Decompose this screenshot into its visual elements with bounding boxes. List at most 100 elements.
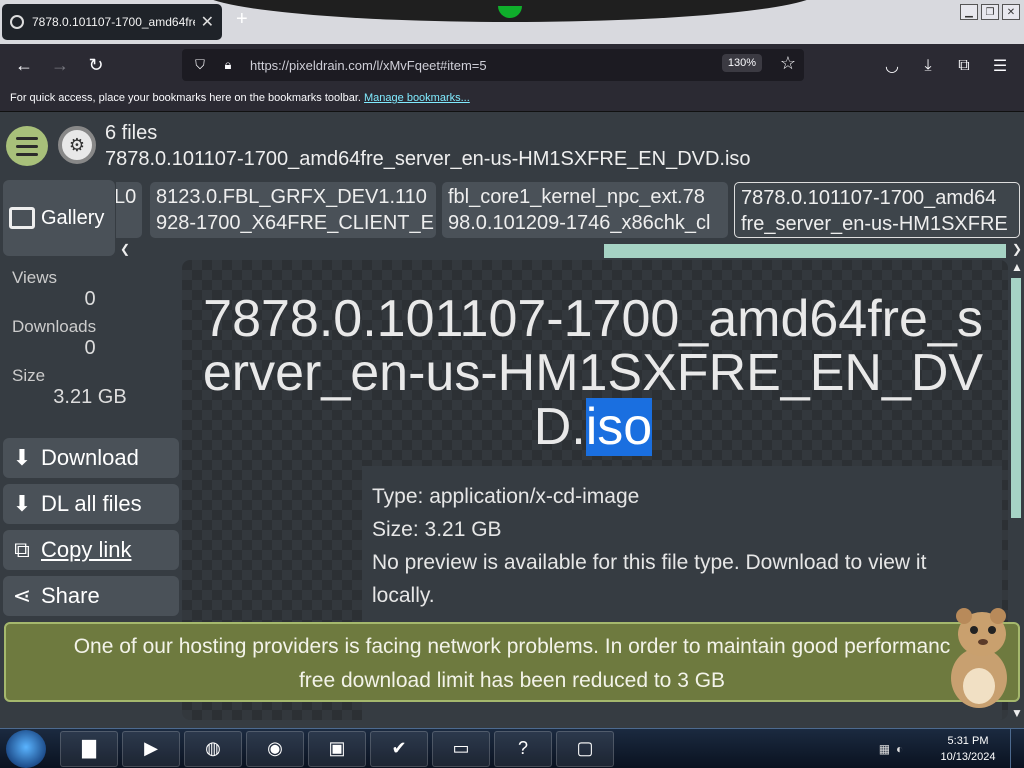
files-count: 6 files <box>105 122 158 144</box>
file-type: Type: application/x-cd-image <box>372 485 640 508</box>
file-card[interactable]: 8123.0.FBL_GRFX_DEV1.110 928-1700_X64FRE… <box>150 182 436 238</box>
size-value: 3.21 GB <box>53 386 127 408</box>
image-icon <box>9 207 35 229</box>
file-size: Size: 3.21 GB <box>372 518 502 541</box>
extensions-icon[interactable]: ⧉ <box>946 50 982 82</box>
shield-icon[interactable]: ⛉ <box>190 57 210 73</box>
taskbar-media-player-icon[interactable]: ▶ <box>122 730 180 767</box>
file-card[interactable]: L0 <box>116 182 142 238</box>
notice-line-2: free download limit has been reduced to … <box>298 669 726 692</box>
downloads-label: Downloads <box>12 317 97 336</box>
scrollbar-thumb[interactable] <box>604 244 1006 258</box>
downloads-value: 0 <box>84 337 96 359</box>
gallery-label: Gallery <box>41 206 105 229</box>
file-card-name: L0 <box>116 186 137 208</box>
page-title: 7878.0.101107-1700_amd64fre_server_en-us… <box>105 148 751 170</box>
file-card-name-cont: 98.0.101209-1746_x86chk_cl <box>448 212 711 234</box>
taskbar-clock[interactable]: 5:31 PM 10/13/2024 <box>926 733 1010 765</box>
navigation-toolbar: ← → ↻ ⛉ 🔒︎ https://pixeldrain.com/l/xMvF… <box>0 44 1024 86</box>
zoom-indicator[interactable]: 130% <box>721 54 762 72</box>
notice-banner: One of our hosting providers is facing n… <box>4 622 1020 702</box>
bookmark-star-icon[interactable]: ☆ <box>780 53 796 74</box>
close-window-button[interactable]: ✕ <box>1002 4 1020 20</box>
downloads-icon[interactable]: ⤓ <box>910 50 946 82</box>
taskbar-firefox-icon[interactable]: ◉ <box>246 730 304 767</box>
site-favicon-icon <box>10 15 24 29</box>
new-tab-button[interactable]: + <box>236 8 248 31</box>
file-strip-scrollbar[interactable]: ❮ ❯ <box>116 242 1024 260</box>
url-bar[interactable]: ⛉ 🔒︎ https://pixeldrain.com/l/xMvFqeet#i… <box>182 49 804 81</box>
download-all-button[interactable]: ⬇ DL all files <box>3 484 179 524</box>
share-button[interactable]: ⋖ Share <box>3 576 179 616</box>
no-preview-message: No preview is available for this file ty… <box>372 551 927 607</box>
gallery-button[interactable]: Gallery <box>3 180 115 256</box>
clock-date: 10/13/2024 <box>940 751 996 763</box>
decoration-eye-icon <box>498 6 522 18</box>
scroll-right-icon[interactable]: ❯ <box>1012 242 1022 256</box>
window-controls: ▁ ❐ ✕ <box>960 4 1020 20</box>
taskbar-monitor-icon[interactable]: ▭ <box>432 730 490 767</box>
file-card-name-cont: fre_server_en-us-HM1SXFRE <box>741 213 1008 235</box>
taskbar-globe-icon[interactable]: ◍ <box>184 730 242 767</box>
download-icon: ⬇ <box>12 445 32 470</box>
file-card[interactable]: fbl_core1_kernel_npc_ext.78 98.0.101209-… <box>442 182 728 238</box>
maximize-button[interactable]: ❐ <box>981 4 999 20</box>
download-icon: ⬇ <box>12 491 32 516</box>
pocket-icon[interactable]: ◡ <box>874 50 910 82</box>
taskbar-terminal-icon[interactable]: ▇ <box>60 730 118 767</box>
pixeldrain-logo-icon[interactable]: ⚙ <box>58 126 96 164</box>
download-all-label: DL all files <box>41 491 142 516</box>
file-stats: Views 0 Downloads 0 Size 3.21 GB <box>0 262 180 409</box>
reload-button[interactable]: ↻ <box>78 49 114 81</box>
browser-tab-active[interactable]: 7878.0.101107-1700_amd64fre_ ✕ <box>2 4 222 40</box>
app-menu-icon[interactable]: ☰ <box>982 50 1018 82</box>
scroll-left-icon[interactable]: ❮ <box>120 242 130 256</box>
browser-tab-bar: 7878.0.101107-1700_amd64fre_ ✕ + ▁ ❐ ✕ <box>0 0 1024 44</box>
volume-icon[interactable]: ◐ <box>896 742 903 756</box>
file-card-name: 8123.0.FBL_GRFX_DEV1.110 <box>156 186 427 208</box>
download-button[interactable]: ⬇ Download <box>3 438 179 478</box>
taskbar-display-icon[interactable]: ▢ <box>556 730 614 767</box>
page-content: ⚙ 6 files 7878.0.101107-1700_amd64fre_se… <box>0 112 1024 728</box>
minimize-button[interactable]: ▁ <box>960 4 978 20</box>
copy-link-label: Copy link <box>41 537 132 562</box>
taskbar-game-box-icon[interactable]: ▣ <box>308 730 366 767</box>
file-card-name: fbl_core1_kernel_npc_ext.78 <box>448 186 705 208</box>
download-label: Download <box>41 445 139 470</box>
copy-link-button[interactable]: ⧉ Copy link <box>3 530 179 570</box>
toolbar-right: ◡ ⤓ ⧉ ☰ <box>874 50 1018 82</box>
bookmarks-hint: For quick access, place your bookmarks h… <box>10 92 361 104</box>
tray-icons[interactable]: ▦ ◐ <box>856 734 926 764</box>
file-card-name: 7878.0.101107-1700_amd64 <box>741 187 997 209</box>
scrollbar-thumb[interactable] <box>1011 278 1021 518</box>
system-tray: ▦ ◐ 5:31 PM 10/13/2024 <box>856 729 1024 768</box>
show-desktop-button[interactable] <box>1010 729 1024 768</box>
bookmarks-toolbar: For quick access, place your bookmarks h… <box>0 86 1024 112</box>
windows-taskbar: ▇ ▶ ◍ ◉ ▣ ✔ ▭ ? ▢ ▦ ◐ 5:31 PM 10/13/2024 <box>0 728 1024 768</box>
taskbar-checklist-icon[interactable]: ✔ <box>370 730 428 767</box>
clock-time: 5:31 PM <box>947 735 989 747</box>
lock-icon[interactable]: 🔒︎ <box>218 57 238 73</box>
network-icon[interactable]: ▦ <box>879 742 890 756</box>
tab-title: 7878.0.101107-1700_amd64fre_ <box>32 15 195 29</box>
preview-file-name: 7878.0.101107-1700_amd64fre_server_en-us… <box>190 292 996 456</box>
views-label: Views <box>12 268 58 287</box>
taskbar-help-icon[interactable]: ? <box>494 730 552 767</box>
start-button[interactable] <box>6 729 46 768</box>
scroll-up-icon[interactable]: ▲ <box>1011 260 1023 274</box>
share-icon: ⋖ <box>12 583 32 608</box>
size-label: Size <box>12 366 46 385</box>
forward-button[interactable]: → <box>42 49 78 81</box>
share-label: Share <box>41 583 100 608</box>
window-decoration <box>200 0 820 22</box>
url-text[interactable]: https://pixeldrain.com/l/xMvFqeet#item=5 <box>250 58 487 73</box>
close-tab-icon[interactable]: ✕ <box>201 12 214 32</box>
file-list-strip: L0 8123.0.FBL_GRFX_DEV1.110 928-1700_X64… <box>116 180 1024 240</box>
notice-line-1: One of our hosting providers is facing n… <box>73 635 951 658</box>
manage-bookmarks-link[interactable]: Manage bookmarks... <box>364 92 470 104</box>
back-button[interactable]: ← <box>6 49 42 81</box>
file-card-name-cont: 928-1700_X64FRE_CLIENT_E <box>156 212 434 234</box>
copy-icon: ⧉ <box>14 537 30 562</box>
hamburger-menu-button[interactable] <box>6 126 48 166</box>
file-card-selected[interactable]: 7878.0.101107-1700_amd64 fre_server_en-u… <box>734 182 1020 238</box>
